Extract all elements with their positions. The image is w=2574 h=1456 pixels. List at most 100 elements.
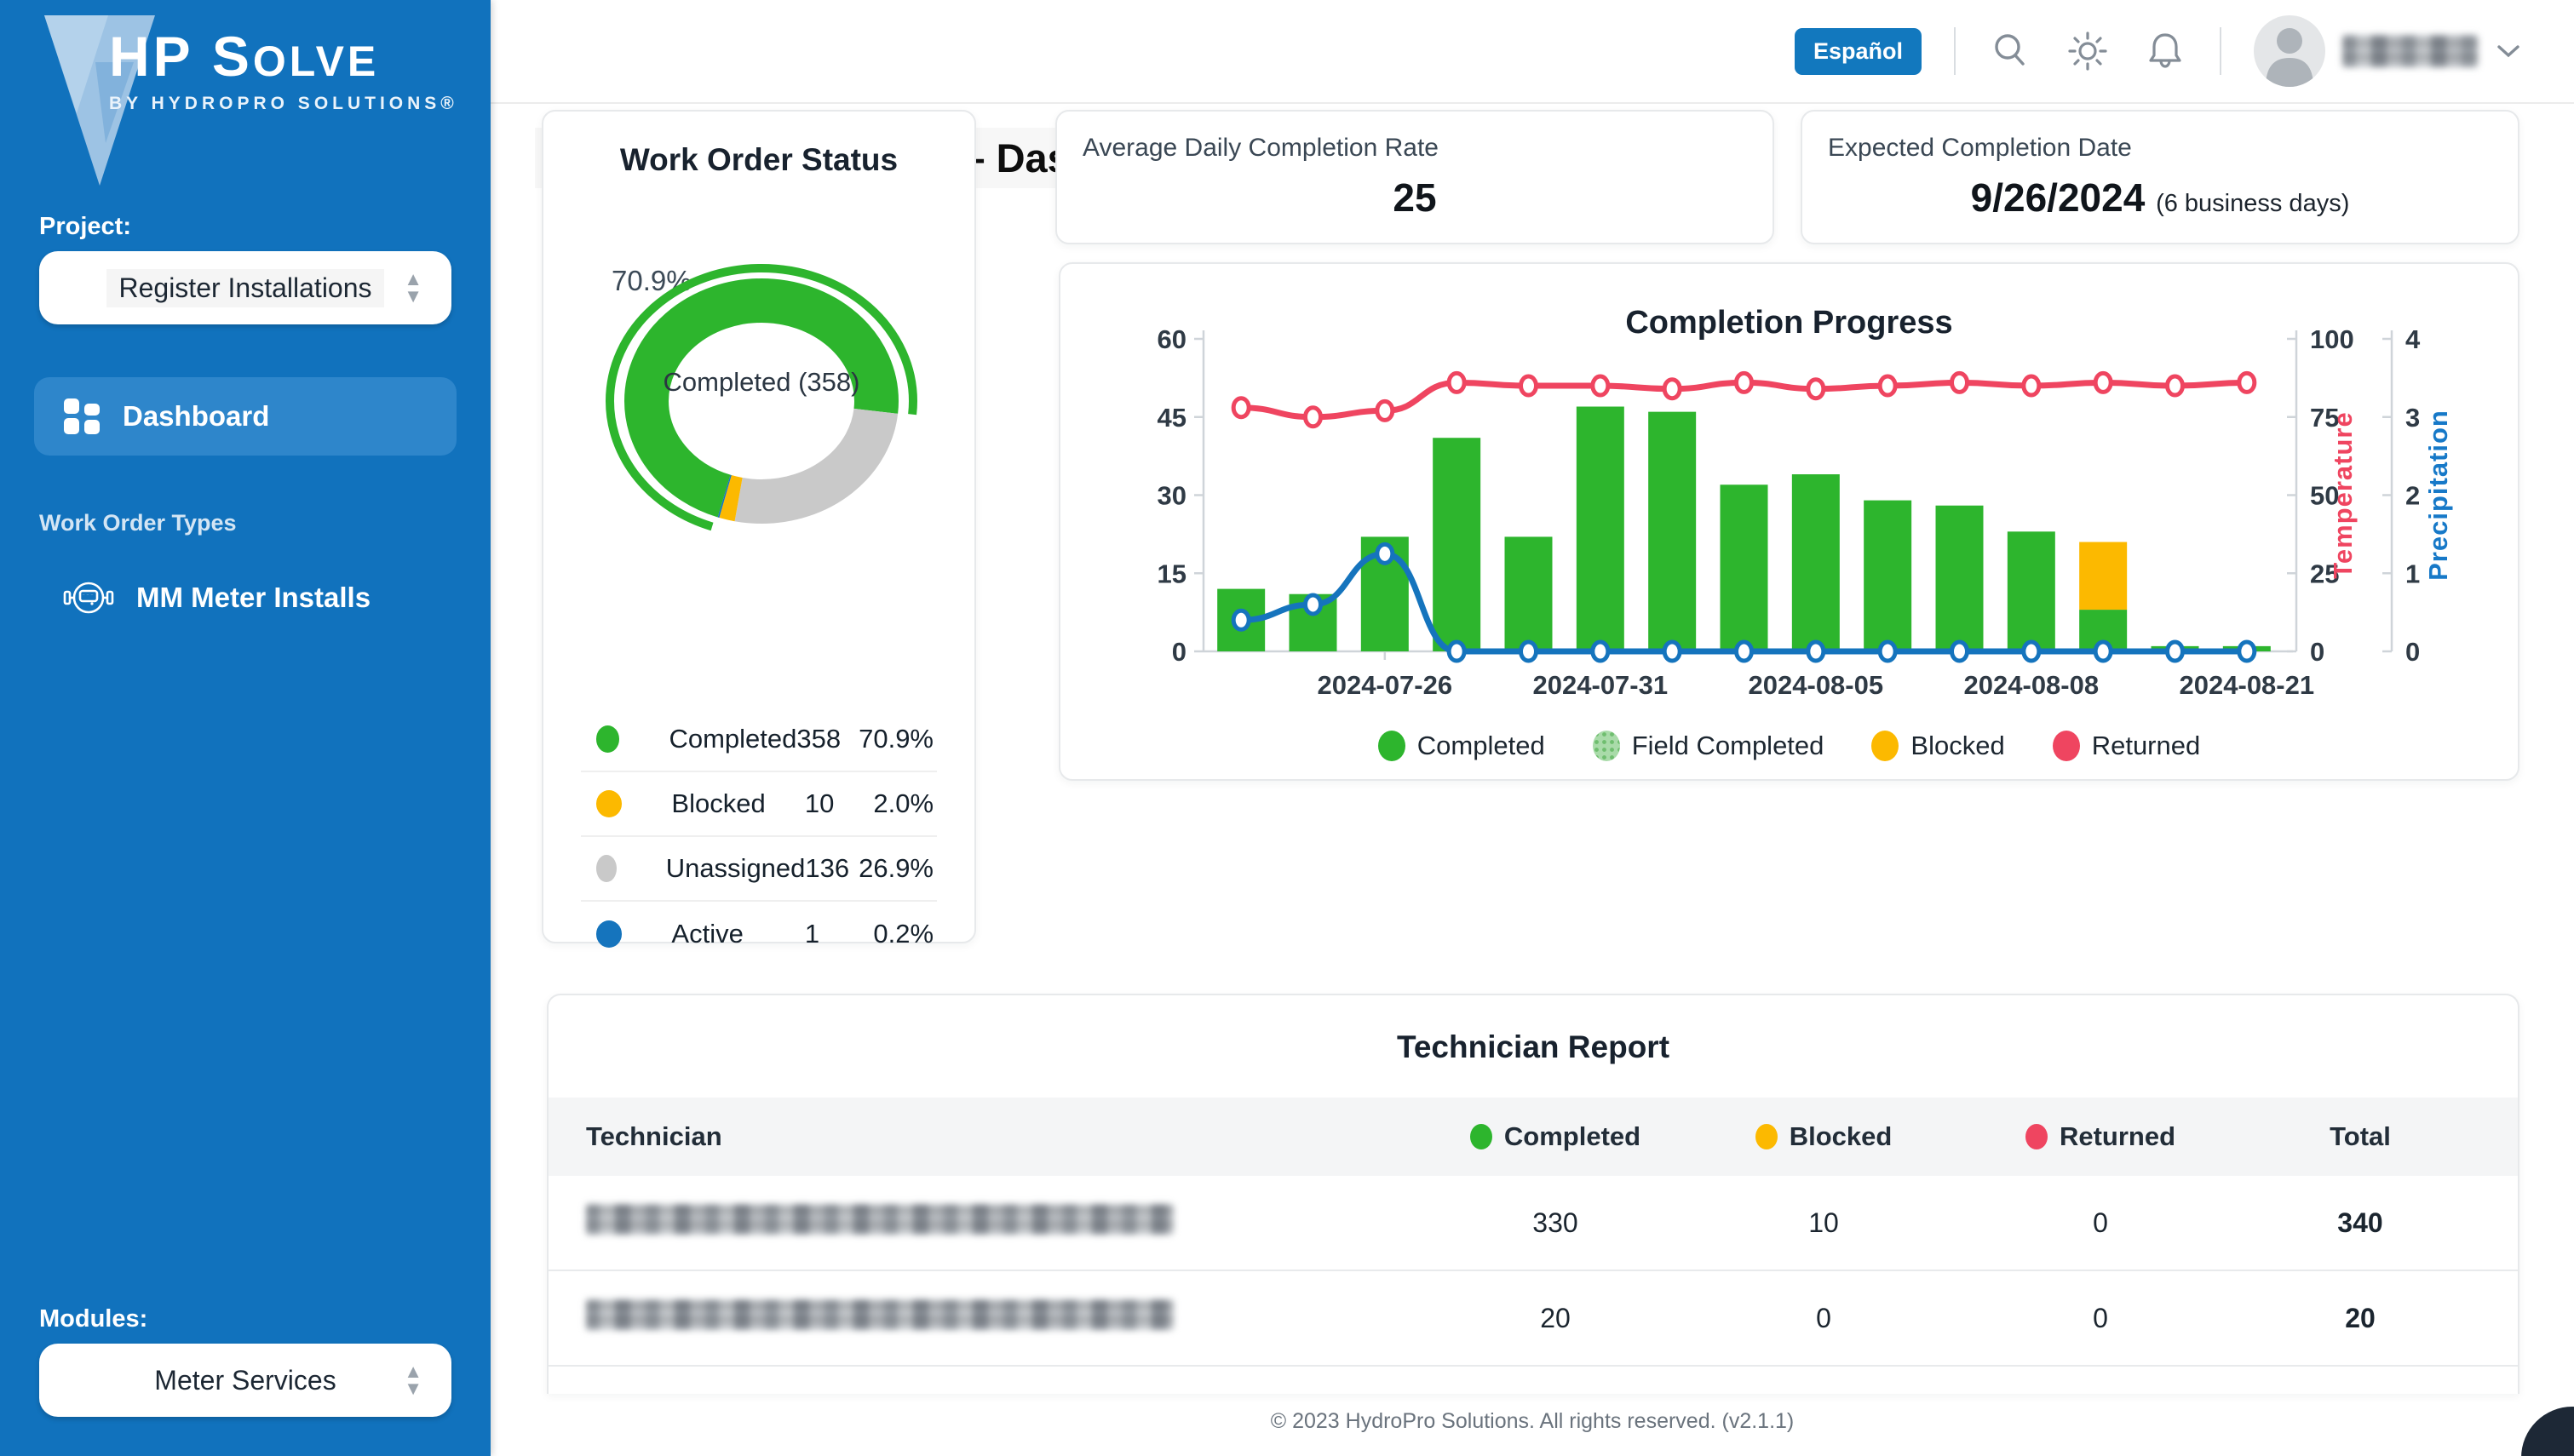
legend-dot-icon [1755, 1124, 1778, 1149]
project-select[interactable]: Register Installations ▲ ▼ [39, 251, 451, 324]
svg-text:0: 0 [1172, 637, 1186, 667]
avatar [2254, 15, 2325, 87]
column-header-total: Total [2330, 1121, 2391, 1151]
sidebar: HP SOLVE BY HYDROPRO SOLUTIONS® Project:… [0, 0, 491, 1456]
svg-text:Temperature: Temperature [2328, 411, 2358, 579]
work-order-types-label: Work Order Types [39, 510, 237, 536]
table-row[interactable]: 330 10 0 340 [549, 1176, 2518, 1271]
sidebar-item-label: Dashboard [123, 400, 270, 432]
cell-total: 20 [2345, 1302, 2376, 1333]
svg-text:0: 0 [2405, 637, 2420, 667]
legend-dot-icon [1592, 731, 1620, 761]
work-order-status-donut[interactable] [543, 205, 978, 605]
cell-returned: 0 [2093, 1207, 2108, 1238]
work-order-status-card: Work Order Status 70.9% Completed (358) … [542, 110, 978, 949]
notifications-button[interactable] [2143, 29, 2187, 73]
language-button[interactable]: Español [1794, 27, 1922, 75]
legend-percent: 70.9% [859, 724, 934, 754]
legend-label: Field Completed [1631, 731, 1824, 760]
legend-row-completed[interactable]: Completed 358 70.9% [581, 708, 937, 772]
topbar: Español [491, 0, 2574, 104]
legend-dot-icon [1871, 731, 1899, 761]
legend-label: Completed [669, 724, 797, 754]
cell-completed: 330 [1532, 1207, 1578, 1238]
modules-select-value: Meter Services [154, 1364, 336, 1396]
cell-blocked: 10 [1808, 1207, 1839, 1238]
legend-dot-icon [596, 855, 617, 882]
svg-text:15: 15 [1158, 559, 1186, 588]
svg-text:3: 3 [2405, 403, 2420, 433]
stat-value-date: 9/26/2024 [1970, 175, 2146, 220]
search-button[interactable] [1988, 29, 2032, 73]
legend-dot-icon [596, 790, 623, 817]
cell-blocked: 0 [1816, 1302, 1831, 1333]
sidebar-item-dashboard[interactable]: Dashboard [34, 377, 457, 456]
main-content: Español Work Order Status 70.9% Complete… [491, 0, 2574, 1456]
svg-text:30: 30 [1158, 481, 1186, 511]
completion-progress-card: Completion Progress 0 15 30 45 60 2024-07-26 2… [1059, 262, 2519, 781]
svg-text:2024-08-21: 2024-08-21 [2180, 670, 2315, 700]
user-name-redacted [2342, 35, 2479, 67]
footer-copyright: © 2023 HydroPro Solutions. All rights re… [1270, 1409, 1795, 1433]
chart-legend-item-completed[interactable]: Completed [1377, 731, 1545, 761]
legend-percent: 0.2% [873, 919, 934, 949]
chart-legend-item-returned[interactable]: Returned [2052, 731, 2201, 761]
theme-toggle-button[interactable] [2065, 28, 2111, 74]
legend-row-active[interactable]: Active 1 0.2% [581, 902, 937, 966]
logo-subtitle: BY HYDROPRO SOLUTIONS® [109, 94, 458, 113]
legend-dot-icon [1469, 1124, 1492, 1149]
svg-text:2: 2 [2405, 481, 2420, 511]
legend-dot-icon [2052, 731, 2080, 761]
work-order-status-title: Work Order Status [619, 142, 899, 177]
legend-label: Active [671, 919, 744, 949]
logo: HP SOLVE BY HYDROPRO SOLUTIONS® [0, 0, 491, 213]
svg-text:2024-07-26: 2024-07-26 [1318, 670, 1453, 700]
user-menu[interactable] [2254, 15, 2521, 87]
svg-text:2024-08-05: 2024-08-05 [1749, 670, 1884, 700]
technician-name-redacted [586, 1204, 1174, 1235]
cell-completed: 20 [1540, 1302, 1571, 1333]
legend-dot-icon [2025, 1124, 2048, 1149]
legend-row-blocked[interactable]: Blocked 10 2.0% [581, 772, 937, 837]
stat-value-suffix: (6 business days) [2156, 190, 2350, 217]
legend-label: Blocked [1910, 731, 2005, 760]
sun-icon [2068, 32, 2107, 71]
stat-label: Expected Completion Date [1828, 134, 2132, 162]
technician-report-card: Technician Report Technician Completed Blo… [547, 994, 2519, 1394]
stat-value: 9/26/2024 (6 business days) [1802, 175, 2518, 221]
chart-legend-item-field-completed[interactable]: Field Completed [1592, 731, 1824, 761]
divider [1954, 27, 1956, 75]
completion-progress-title: Completion Progress [1625, 305, 1953, 341]
svg-text:45: 45 [1158, 403, 1186, 433]
legend-dot-icon [1377, 731, 1405, 761]
stat-label: Average Daily Completion Rate [1083, 134, 1439, 162]
app-root: HP SOLVE BY HYDROPRO SOLUTIONS® Project:… [0, 0, 2574, 1456]
cell-total: 340 [2337, 1207, 2383, 1238]
sidebar-item-mm-meter-installs[interactable]: MM Meter Installs [34, 559, 457, 637]
divider [2220, 27, 2221, 75]
legend-dot-icon [596, 725, 620, 753]
table-row[interactable]: 20 0 0 20 [549, 1271, 2518, 1367]
dashboard-icon [64, 398, 100, 434]
stat-value: 25 [1393, 175, 1437, 220]
chart-legend-item-blocked[interactable]: Blocked [1871, 731, 2005, 761]
modules-select[interactable]: Meter Services ▲ ▼ [39, 1344, 451, 1417]
legend-percent: 26.9% [859, 853, 934, 883]
legend-count: 1 [804, 919, 820, 949]
completion-progress-legend: Completed Field Completed Blocked Returned [1060, 731, 2518, 761]
legend-row-unassigned[interactable]: Unassigned 136 26.9% [581, 837, 937, 902]
technician-table-body: 330 10 0 340 20 0 0 20 [549, 1176, 2518, 1367]
legend-count: 10 [804, 788, 835, 818]
legend-label: Unassigned [665, 853, 806, 883]
legend-count: 358 [796, 724, 842, 754]
technician-name-redacted [586, 1299, 1174, 1330]
column-header-returned: Returned [1964, 1121, 2237, 1152]
cell-returned: 0 [2093, 1302, 2108, 1333]
modules-label: Modules: [39, 1305, 148, 1333]
legend-count: 136 [805, 853, 850, 883]
svg-text:2024-08-08: 2024-08-08 [1964, 670, 2100, 700]
project-select-value: Register Installations [106, 268, 384, 307]
legend-percent: 2.0% [873, 788, 934, 818]
select-chevrons-icon: ▲ ▼ [404, 1361, 422, 1399]
legend-label: Returned [2091, 731, 2201, 760]
